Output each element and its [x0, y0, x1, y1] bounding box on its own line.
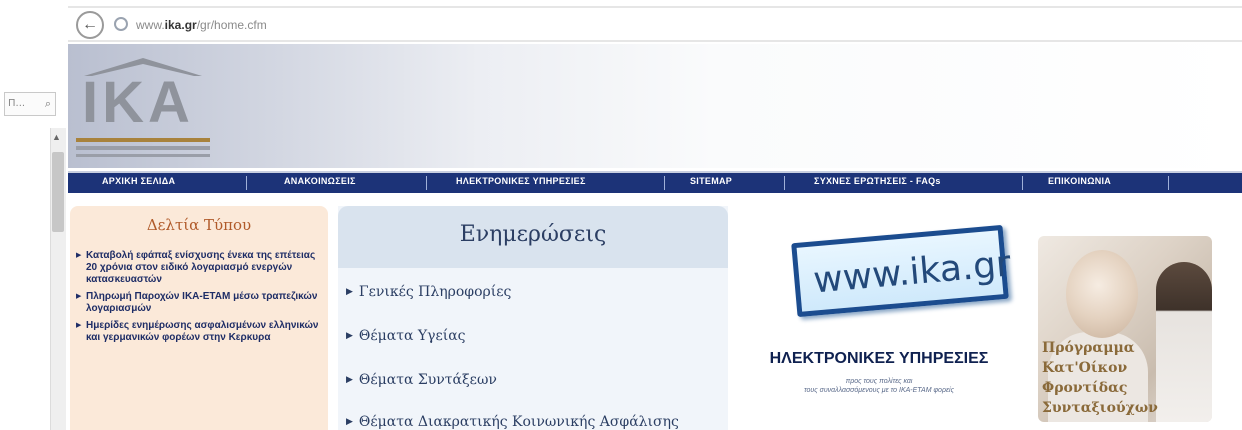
care-text-line: Φροντίδας [1042, 380, 1128, 396]
logo-stripe [76, 154, 210, 157]
www-sign: www.ika.gr [791, 224, 1012, 318]
updates-link-pensions[interactable]: ▶ Θέματα Συντάξεων [346, 372, 497, 388]
logo-text: IKA [82, 70, 194, 135]
care-text-line: Κατ'Οίκον [1042, 360, 1128, 376]
site-header: IKA [68, 44, 1242, 168]
updates-link-international[interactable]: ▶ Θέματα Διακρατικής Κοινωνικής Ασφάλισης [346, 414, 679, 430]
back-button[interactable]: ← [76, 11, 104, 39]
address-bar: ← www.ika.gr/gr/home.cfm [68, 6, 1242, 42]
press-release-link[interactable]: Ημερίδες ενημέρωσης ασφαλισμένων ελληνικ… [76, 320, 324, 344]
press-release-link[interactable]: Πληρωμή Παροχών ΙΚΑ-ΕΤΑΜ μέσω τραπεζικών… [76, 291, 324, 315]
nav-announcements[interactable]: ΑΝΑΚΟΙΝΩΣΕΙΣ [284, 176, 356, 186]
nav-e-services[interactable]: ΗΛΕΚΤΡΟΝΙΚΕΣ ΥΠΗΡΕΣΙΕΣ [456, 176, 586, 186]
nav-divider [664, 176, 665, 190]
nav-faq[interactable]: ΣΥΧΝΕΣ ΕΡΩΤΗΣΕΙΣ - FAQs [814, 176, 941, 186]
bullet-arrow-icon: ▶ [346, 287, 353, 297]
logo-stripe [76, 138, 210, 142]
url-domain: ika.gr [164, 18, 197, 32]
care-text-line: Συνταξιούχων [1042, 400, 1158, 416]
url-path: /gr/home.cfm [196, 18, 267, 32]
updates-link-general[interactable]: ▶ Γενικές Πληροφορίες [346, 284, 511, 300]
nav-contact[interactable]: ΕΠΙΚΟΙΝΩΝΙΑ [1048, 176, 1111, 186]
press-release-link[interactable]: Καταβολή εφάπαξ ενίσχυσης ένεκα της επέτ… [76, 250, 324, 286]
updates-link-label: Θέματα Συντάξεων [358, 372, 497, 388]
nav-divider [246, 176, 247, 190]
www-sign-text: www.ika.gr [811, 243, 1013, 302]
e-services-subtitle: τους συναλλασσόμενους με το ΙΚΑ-ΕΤΑΜ φορ… [804, 387, 954, 394]
press-releases-panel: Δελτία Τύπου Καταβολή εφάπαξ ενίσχυσης έ… [70, 206, 328, 430]
nav-divider [1022, 176, 1023, 190]
scrollbar-thumb[interactable] [52, 152, 64, 232]
e-services-subtitle: προς τους πολίτες και [845, 378, 913, 385]
ika-logo[interactable]: IKA [74, 52, 212, 160]
press-releases-list: Καταβολή εφάπαξ ενίσχυσης ένεκα της επέτ… [76, 250, 324, 349]
sidebar-search-text: Π... [8, 98, 26, 109]
updates-header: Ενημερώσεις [338, 206, 728, 268]
e-services-banner[interactable]: www.ika.gr ΗΛΕΚΤΡΟΝΙΚΕΣ ΥΠΗΡΕΣΙΕΣ προς τ… [732, 224, 1022, 402]
nav-home[interactable]: ΑΡΧΙΚΗ ΣΕΛΙΔΑ [102, 176, 175, 186]
nav-divider [426, 176, 427, 190]
updates-link-label: Γενικές Πληροφορίες [358, 284, 512, 300]
bullet-arrow-icon: ▶ [346, 331, 353, 341]
logo-stripe [76, 146, 210, 150]
press-releases-title[interactable]: Δελτία Τύπου [70, 216, 328, 234]
url-field[interactable]: www.ika.gr/gr/home.cfm [136, 18, 267, 32]
browser-left-panel: Π... ⌕ ▲ [0, 0, 68, 430]
home-care-banner[interactable]: Πρόγραμμα Κατ'Οίκον Φροντίδας Συνταξιούχ… [1038, 236, 1212, 422]
search-icon[interactable]: ⌕ [45, 97, 51, 111]
updates-panel: Ενημερώσεις ▶ Γενικές Πληροφορίες ▶ Θέματα… [338, 206, 728, 430]
bullet-arrow-icon: ▶ [346, 375, 353, 385]
bullet-arrow-icon: ▶ [346, 417, 353, 427]
sidebar-search-field[interactable]: Π... ⌕ [4, 92, 56, 116]
elderly-face-photo [1066, 250, 1138, 338]
browser-window: Π... ⌕ ▲ ← www.ika.gr/gr/home.cfm IKA ΑΡ… [0, 0, 1242, 430]
nav-sitemap[interactable]: SITEMAP [690, 176, 732, 186]
scroll-up-icon[interactable]: ▲ [52, 132, 61, 142]
url-prefix: www. [136, 18, 165, 32]
care-text-line: Πρόγραμμα [1042, 340, 1135, 356]
caregiver-photo [1156, 262, 1212, 422]
nav-divider [1168, 176, 1169, 190]
back-arrow-icon: ← [82, 16, 98, 33]
updates-link-label: Θέματα Διακρατικής Κοινωνικής Ασφάλισης [358, 414, 679, 430]
updates-link-health[interactable]: ▶ Θέματα Υγείας [346, 328, 466, 344]
updates-link-label: Θέματα Υγείας [358, 328, 466, 344]
nav-divider [784, 176, 785, 190]
updates-title: Ενημερώσεις [459, 222, 607, 247]
main-nav: ΑΡΧΙΚΗ ΣΕΛΙΔΑ ΑΝΑΚΟΙΝΩΣΕΙΣ ΗΛΕΚΤΡΟΝΙΚΕΣ … [68, 171, 1242, 193]
page-info-icon[interactable] [114, 17, 128, 31]
e-services-title: ΗΛΕΚΤΡΟΝΙΚΕΣ ΥΠΗΡΕΣΙΕΣ [769, 350, 989, 367]
